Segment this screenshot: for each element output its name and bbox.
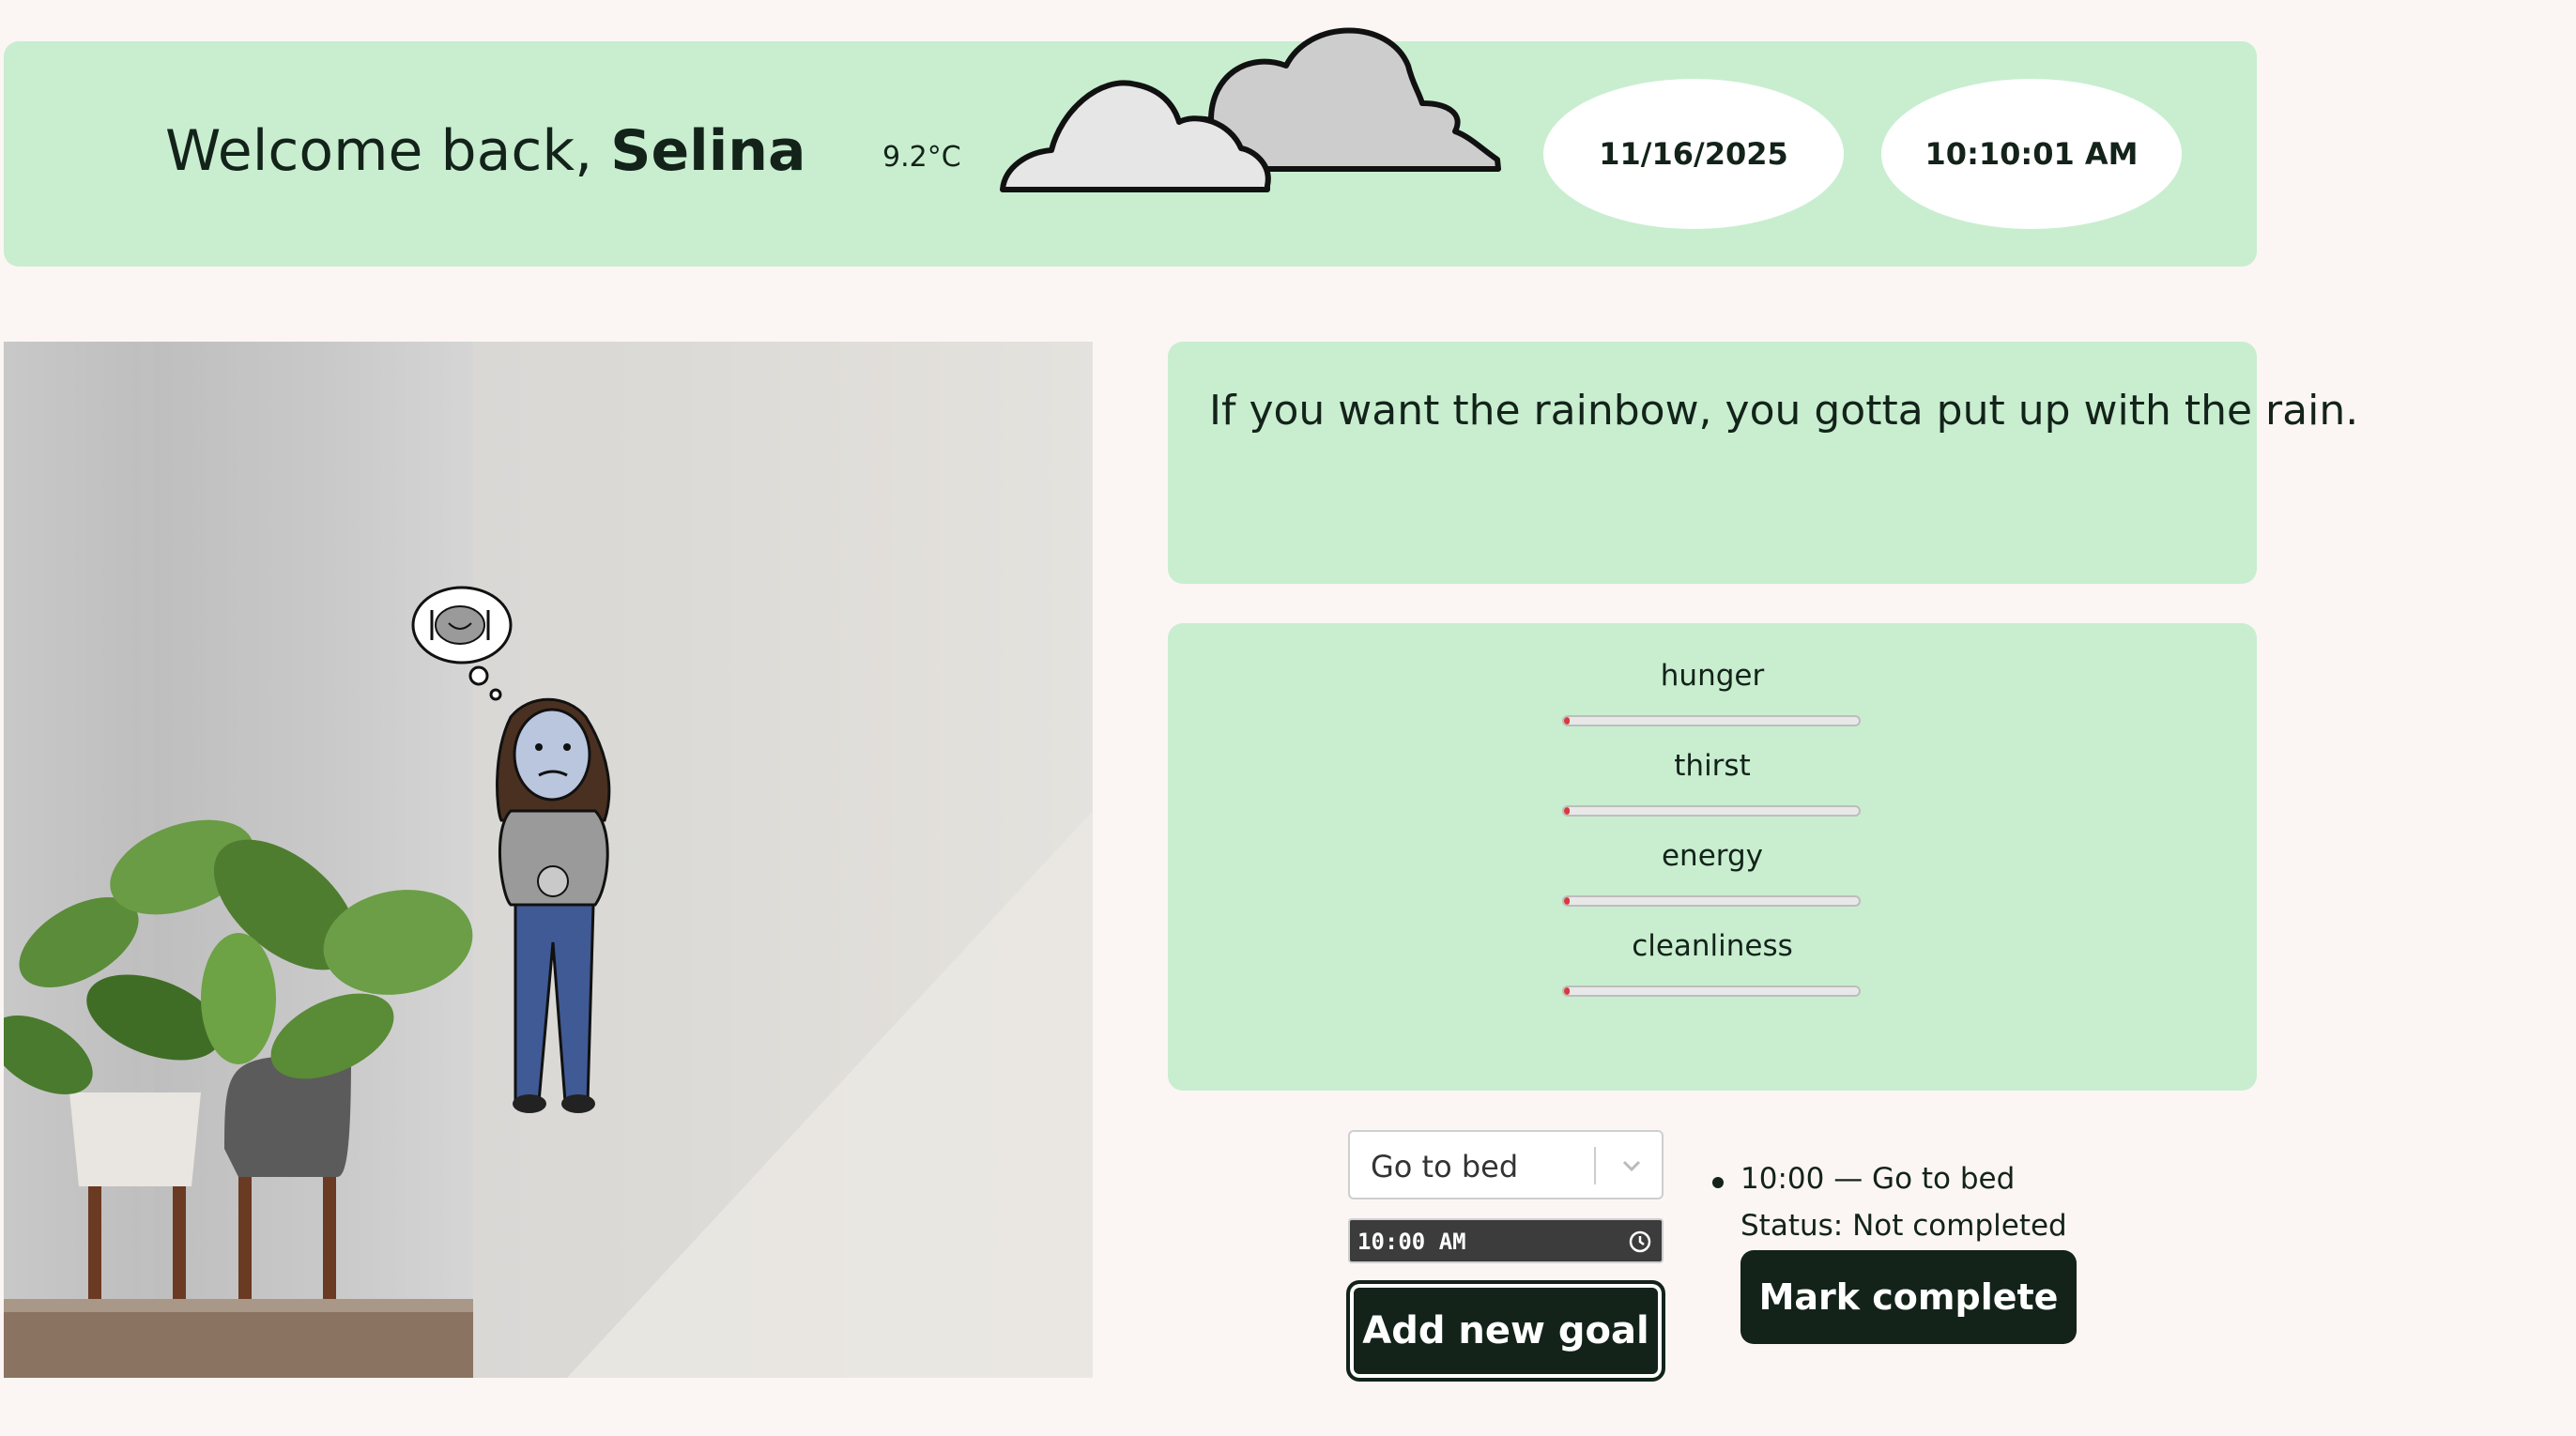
- stat-bar-hunger: [1562, 715, 1861, 726]
- goal-select-dropdown[interactable]: Go to bed: [1348, 1130, 1664, 1199]
- date-display: 11/16/2025: [1543, 79, 1844, 229]
- goal-item-text: 10:00 — Go to bed: [1740, 1162, 2016, 1196]
- mark-complete-button[interactable]: Mark complete: [1740, 1250, 2077, 1344]
- stats-card: hunger thirst energy cleanliness: [1168, 623, 2257, 1091]
- clock-icon[interactable]: [1628, 1230, 1652, 1254]
- stat-label-hunger: hunger: [1660, 659, 1765, 693]
- quote-card: If you want the rainbow, you gotta put u…: [1168, 342, 2358, 584]
- stat-bar-cleanliness: [1562, 985, 1861, 997]
- goal-status-text: Status: Not completed: [1740, 1209, 2067, 1243]
- chevron-down-icon[interactable]: [1615, 1153, 1648, 1181]
- potted-plant-right: [224, 1055, 351, 1299]
- goal-time-value: 10:00 AM: [1357, 1229, 1466, 1255]
- welcome-message: Welcome back, Selina: [165, 118, 806, 184]
- welcome-prefix: Welcome back,: [165, 118, 611, 184]
- goal-time-input[interactable]: 10:00 AM: [1348, 1218, 1664, 1263]
- goal-select-value: Go to bed: [1371, 1149, 1519, 1184]
- stat-label-thirst: thirst: [1674, 749, 1751, 783]
- cloudy-icon: [1000, 27, 1501, 192]
- stat-bar-thirst: [1562, 805, 1861, 817]
- list-bullet: [1712, 1177, 1724, 1188]
- user-name: Selina: [610, 118, 806, 184]
- stat-bar-energy: [1562, 895, 1861, 907]
- room-scene: [4, 342, 1093, 1378]
- motivational-quote: If you want the rainbow, you gotta put u…: [1209, 387, 2359, 435]
- select-divider: [1594, 1147, 1596, 1184]
- stat-label-energy: energy: [1661, 839, 1763, 873]
- stat-label-cleanliness: cleanliness: [1632, 929, 1793, 963]
- temperature: 9.2°C: [882, 141, 961, 174]
- add-goal-button[interactable]: Add new goal: [1346, 1280, 1665, 1382]
- time-display: 10:10:01 AM: [1881, 79, 2182, 229]
